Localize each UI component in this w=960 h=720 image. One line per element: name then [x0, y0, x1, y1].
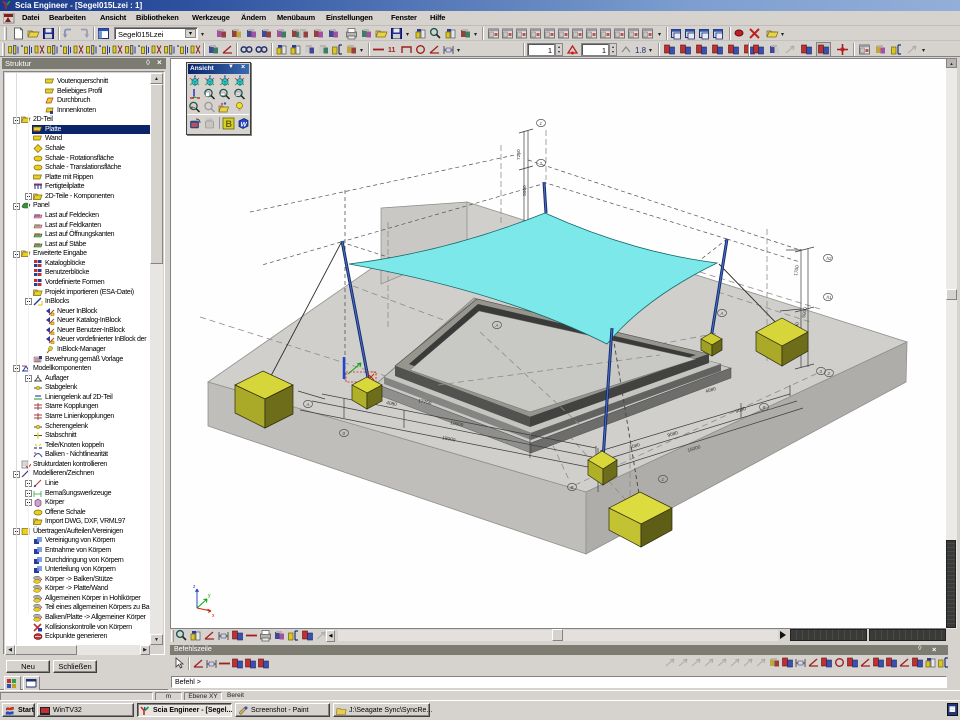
- svg-text:h1: h1: [827, 295, 833, 300]
- svg-text:B: B: [763, 405, 766, 410]
- svg-text:A: A: [720, 311, 724, 316]
- svg-text:º: º: [21, 45, 23, 51]
- svg-text:11: 11: [388, 47, 396, 54]
- svg-text:2: 2: [827, 371, 831, 376]
- svg-text:B: B: [571, 485, 574, 490]
- svg-text:x: x: [212, 613, 215, 619]
- svg-text:A: A: [495, 323, 499, 328]
- svg-text:h2: h2: [827, 256, 833, 261]
- svg-text:1: 1: [540, 121, 543, 126]
- svg-text:z: z: [193, 584, 196, 590]
- svg-text:1700: 1700: [793, 264, 801, 276]
- svg-text:º: º: [99, 45, 101, 51]
- svg-text:5000: 5000: [522, 185, 528, 196]
- svg-text:º: º: [177, 45, 179, 51]
- svg-text:1.8: 1.8: [635, 46, 647, 55]
- svg-text:y: y: [208, 593, 211, 599]
- svg-text:2: 2: [539, 161, 543, 166]
- svg-text:º: º: [60, 45, 62, 51]
- svg-text:º: º: [138, 45, 140, 51]
- svg-text:A: A: [306, 402, 310, 407]
